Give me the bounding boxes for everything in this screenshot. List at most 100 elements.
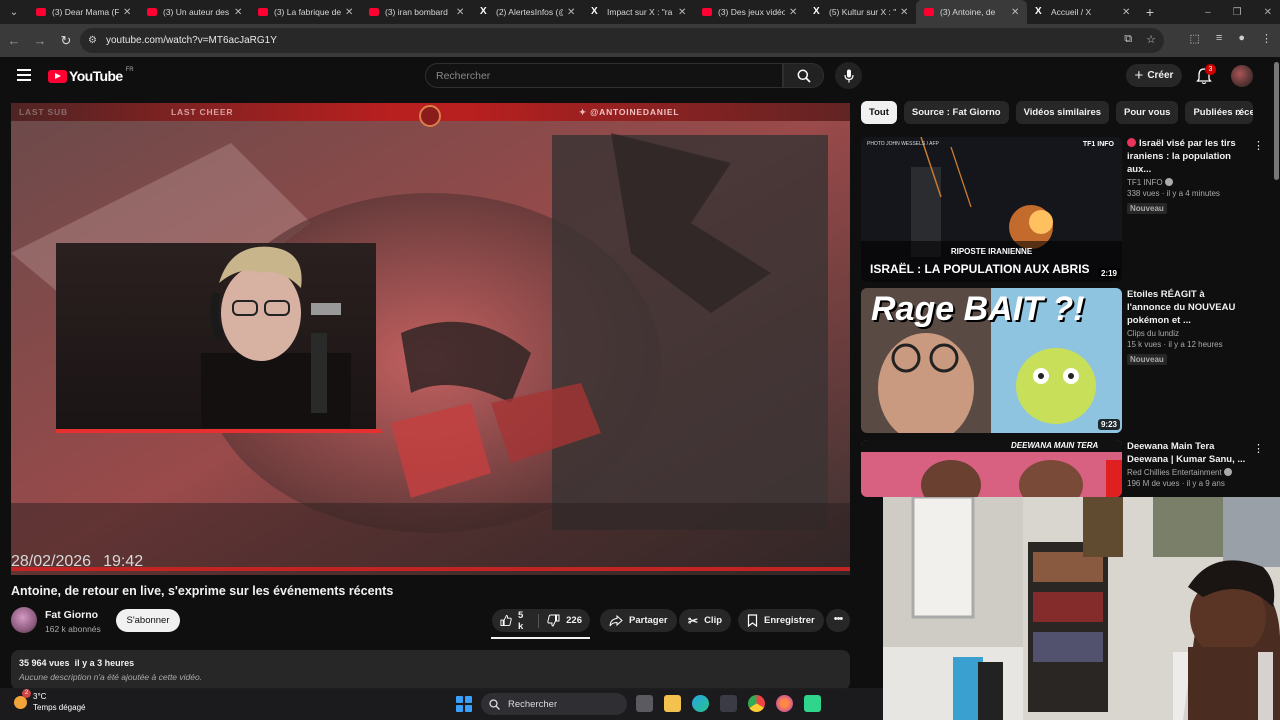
- taskbar-search[interactable]: Rechercher: [481, 693, 627, 715]
- chevron-right-icon[interactable]: ›: [1237, 104, 1241, 119]
- search-button[interactable]: [783, 63, 824, 88]
- close-icon[interactable]: ✕: [900, 7, 910, 18]
- weather-widget[interactable]: 2 3°C Temps dégagé: [14, 689, 85, 713]
- recommendation-thumbnail[interactable]: DEEWANA MAIN TERA: [861, 440, 1122, 497]
- chip-for-you[interactable]: Pour vous: [1116, 101, 1179, 124]
- reaction-webcam: [883, 497, 1280, 720]
- chip-all[interactable]: Tout: [861, 101, 897, 124]
- edge-icon[interactable]: [692, 695, 709, 712]
- close-icon[interactable]: ✕: [123, 7, 133, 18]
- overlay-red-strip: [11, 567, 850, 571]
- thumbnail-credit: PHOTO JOHN WESSELS / AFP: [867, 141, 939, 147]
- save-button[interactable]: Enregistrer: [738, 609, 824, 632]
- overlay-handle: ✦ @ANTOINEDANIEL: [579, 107, 679, 118]
- voice-search-button[interactable]: [835, 62, 862, 89]
- close-icon[interactable]: ✕: [234, 7, 244, 18]
- youtube-logo[interactable]: YouTube FR: [48, 67, 134, 84]
- windows-start-icon[interactable]: [456, 696, 472, 712]
- recommendation-title[interactable]: Deewana Main Tera Deewana | Kumar Sanu, …: [1127, 440, 1247, 466]
- browser-tab[interactable]: X (5) Kultur sur X : " ✕: [805, 0, 916, 24]
- save-label: Enregistrer: [764, 615, 815, 626]
- new-badge: Nouveau: [1127, 203, 1167, 214]
- recommendation-title[interactable]: Israël visé par les tirs iraniens : la p…: [1127, 137, 1247, 176]
- video-player[interactable]: LAST SUB LAST CHEER ✦ @ANTOINEDANIEL 28/…: [11, 103, 850, 575]
- browser-tab[interactable]: X (2) AlertesInfos (@ ✕: [472, 0, 583, 24]
- close-icon[interactable]: ✕: [678, 7, 688, 18]
- hamburger-menu-icon[interactable]: [17, 69, 31, 81]
- browser-toolbar: ← → ↻ ⚙ youtube.com/watch?v=MT6acJaRG1Y …: [0, 24, 1280, 57]
- tab-search-icon[interactable]: ⌄: [0, 0, 28, 24]
- recommendation-channel[interactable]: TF1 INFO: [1127, 178, 1247, 187]
- extensions-icon[interactable]: ⬚: [1190, 32, 1200, 45]
- description-box[interactable]: 35 964 vues il y a 3 heures Aucune descr…: [11, 650, 850, 690]
- browser-tab-active[interactable]: (3) Antoine, de ✕: [916, 0, 1027, 24]
- recommendation-item[interactable]: Rage BAIT ?! 9:23 Etoiles RÉAGIT à l'ann…: [861, 288, 1261, 433]
- recommendation-thumbnail[interactable]: Rage BAIT ?! 9:23: [861, 288, 1122, 433]
- recommendation-item[interactable]: PHOTO JOHN WESSELS / AFP TF1 INFO RIPOST…: [861, 137, 1264, 282]
- minimize-icon[interactable]: –: [1205, 7, 1211, 18]
- forward-icon[interactable]: →: [28, 29, 52, 53]
- profile-icon[interactable]: ●: [1238, 32, 1245, 45]
- firefox-icon[interactable]: [776, 695, 793, 712]
- notification-badge: 3: [1205, 64, 1216, 75]
- browser-tab[interactable]: (3) La fabrique de ✕: [250, 0, 361, 24]
- subscriber-count: 162 k abonnés: [45, 624, 101, 634]
- cast-icon[interactable]: ⧉: [1124, 33, 1132, 46]
- browser-tab[interactable]: (3) Des jeux vidéo ✕: [694, 0, 805, 24]
- microphone-icon: [843, 69, 854, 82]
- search-icon: [797, 69, 811, 83]
- browser-tab[interactable]: (3) Dear Mama (F ✕: [28, 0, 139, 24]
- recommendation-channel[interactable]: Clips du lundiz: [1127, 329, 1247, 338]
- maximize-icon[interactable]: ❐: [1233, 7, 1242, 18]
- bookmark-star-icon[interactable]: ☆: [1146, 33, 1156, 46]
- video-duration: 2:19: [1097, 268, 1120, 279]
- file-explorer-icon[interactable]: [664, 695, 681, 712]
- recommendation-title[interactable]: Etoiles RÉAGIT à l'annonce du NOUVEAU po…: [1127, 288, 1247, 327]
- clip-button[interactable]: ✂ Clip: [679, 609, 732, 632]
- menu-icon[interactable]: ⋮: [1261, 32, 1272, 45]
- close-icon[interactable]: ✕: [1011, 7, 1021, 18]
- site-info-icon[interactable]: ⚙: [88, 35, 104, 46]
- close-icon[interactable]: ✕: [345, 7, 355, 18]
- address-bar[interactable]: ⚙ youtube.com/watch?v=MT6acJaRG1Y ⧉ ☆: [80, 28, 1164, 53]
- more-options-icon[interactable]: ⋮: [1253, 442, 1264, 455]
- like-count: 5 k: [518, 609, 524, 632]
- close-icon[interactable]: ✕: [1122, 7, 1132, 18]
- create-button[interactable]: + Créer: [1126, 64, 1182, 87]
- recommendation-thumbnail[interactable]: PHOTO JOHN WESSELS / AFP TF1 INFO RIPOST…: [861, 137, 1122, 282]
- channel-name[interactable]: Fat Giorno: [45, 609, 98, 621]
- chip-source[interactable]: Source : Fat Giorno: [903, 101, 1009, 124]
- chip-similar[interactable]: Vidéos similaires: [1015, 101, 1110, 124]
- reload-icon[interactable]: ↻: [54, 29, 78, 53]
- back-icon[interactable]: ←: [2, 29, 26, 53]
- channel-text: TF1 INFO: [1127, 178, 1163, 187]
- page-scrollbar[interactable]: [1274, 62, 1279, 180]
- browser-tab[interactable]: (3) Un auteur des ✕: [139, 0, 250, 24]
- streaming-app-icon[interactable]: [804, 695, 821, 712]
- more-options-icon[interactable]: ⋮: [1253, 139, 1264, 152]
- like-button[interactable]: 5 k: [492, 609, 538, 632]
- user-avatar[interactable]: [1231, 65, 1253, 87]
- subscribe-button[interactable]: S'abonner: [116, 609, 180, 632]
- tab-title: (3) La fabrique de: [274, 7, 341, 17]
- dislike-button[interactable]: 226: [539, 609, 590, 632]
- browser-tab[interactable]: X Accueil / X ✕: [1027, 0, 1138, 24]
- recommendation-channel[interactable]: Red Chillies Entertainment: [1127, 468, 1247, 477]
- share-button[interactable]: Partager: [600, 609, 677, 632]
- chrome-icon[interactable]: [748, 695, 765, 712]
- task-view-icon[interactable]: [636, 695, 653, 712]
- chip-recent[interactable]: Publiées réce: [1185, 101, 1254, 124]
- more-actions-icon[interactable]: •••: [826, 609, 850, 632]
- close-icon[interactable]: ✕: [567, 7, 577, 18]
- media-icon[interactable]: ≡: [1216, 32, 1222, 45]
- close-window-icon[interactable]: ✕: [1264, 7, 1272, 18]
- browser-tab[interactable]: X Impact sur X : "ra ✕: [583, 0, 694, 24]
- browser-tab[interactable]: (3) iran bombard ✕: [361, 0, 472, 24]
- channel-avatar[interactable]: [11, 607, 37, 633]
- close-icon[interactable]: ✕: [789, 7, 799, 18]
- new-tab-button[interactable]: +: [1138, 4, 1162, 20]
- search-input[interactable]: Rechercher: [425, 63, 783, 88]
- tab-title: Accueil / X: [1051, 7, 1092, 17]
- close-icon[interactable]: ✕: [456, 7, 466, 18]
- store-icon[interactable]: [720, 695, 737, 712]
